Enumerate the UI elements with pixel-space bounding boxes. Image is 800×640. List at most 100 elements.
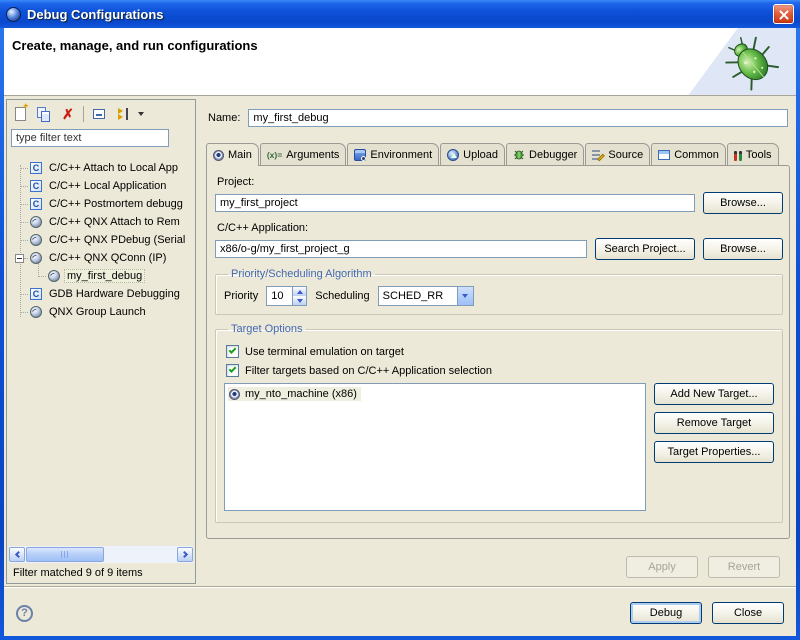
- debug-button[interactable]: Debug: [630, 602, 702, 624]
- dialog-subtitle: Create, manage, and run configurations: [12, 38, 258, 53]
- copy-icon: [37, 107, 51, 122]
- terminal-emulation-label: Use terminal emulation on target: [245, 346, 404, 358]
- configuration-tabs: Main (x)= Arguments Environment Upload: [206, 143, 790, 165]
- tree-item-gdb-hardware-debugging[interactable]: C GDB Hardware Debugging: [7, 285, 195, 303]
- target-group-title: Target Options: [228, 323, 306, 335]
- dropdown-button[interactable]: [457, 286, 474, 306]
- scheduling-value: SCHED_RR: [378, 286, 457, 306]
- target-list-item[interactable]: my_nto_machine (x86): [228, 387, 361, 401]
- project-label: Project:: [217, 176, 783, 188]
- name-label: Name:: [208, 112, 240, 124]
- close-button[interactable]: Close: [712, 602, 784, 624]
- debugger-bug-icon: [513, 149, 525, 161]
- tab-upload[interactable]: Upload: [440, 143, 505, 165]
- filter-targets-label: Filter targets based on C/C++ Applicatio…: [245, 365, 492, 377]
- priority-value[interactable]: 10: [266, 286, 292, 306]
- scroll-right-button[interactable]: [177, 547, 193, 562]
- chevron-right-icon: [180, 551, 187, 558]
- footer-separator: [4, 586, 796, 588]
- browse-project-button[interactable]: Browse...: [703, 192, 783, 214]
- terminal-emulation-row: Use terminal emulation on target: [226, 345, 774, 358]
- c-application-icon: C: [30, 180, 42, 192]
- c-application-icon: C: [30, 288, 42, 300]
- delete-icon: ✗: [62, 107, 74, 121]
- down-arrow-icon: [297, 299, 303, 303]
- help-button[interactable]: ?: [16, 605, 33, 622]
- tree-item-qnx-qconn-ip[interactable]: C/C++ QNX QConn (IP): [7, 249, 195, 267]
- spinner-down-button[interactable]: [293, 296, 306, 305]
- configurations-sidebar: ✦ ✗: [6, 99, 196, 584]
- configurations-tree: C C/C++ Attach to Local App C C/C++ Loca…: [7, 151, 195, 544]
- dialog-body: Create, manage, and run configurations: [4, 28, 796, 636]
- filter-match-status: Filter matched 9 of 9 items: [7, 565, 195, 583]
- tab-environment[interactable]: Environment: [347, 143, 439, 165]
- tree-item-qnx-pdebug-serial[interactable]: C/C++ QNX PDebug (Serial: [7, 231, 195, 249]
- tools-tab-icon: [734, 149, 742, 161]
- browse-application-button[interactable]: Browse...: [703, 238, 783, 260]
- main-tab-content: Project: Browse... C/C++ Application: Se…: [206, 165, 790, 539]
- application-input[interactable]: [215, 240, 587, 258]
- apply-button[interactable]: Apply: [626, 556, 698, 578]
- filter-dropdown-arrow-icon[interactable]: [138, 112, 144, 116]
- collapse-all-icon: [93, 109, 105, 119]
- project-input[interactable]: [215, 194, 695, 212]
- c-application-icon: C: [30, 198, 42, 210]
- collapse-node-icon[interactable]: [15, 254, 24, 263]
- priority-scheduling-group: Priority/Scheduling Algorithm Priority 1…: [215, 268, 783, 315]
- tab-debugger[interactable]: Debugger: [506, 143, 584, 165]
- chevron-left-icon: [14, 551, 21, 558]
- tree-item-qnx-attach-remote[interactable]: C/C++ QNX Attach to Rem: [7, 213, 195, 231]
- search-project-button[interactable]: Search Project...: [595, 238, 695, 260]
- priority-label: Priority: [224, 290, 258, 302]
- tree-item-cpp-postmortem[interactable]: C C/C++ Postmortem debugg: [7, 195, 195, 213]
- tab-common[interactable]: Common: [651, 143, 726, 165]
- revert-button[interactable]: Revert: [708, 556, 780, 578]
- tree-horizontal-scrollbar[interactable]: [9, 546, 193, 563]
- scheduling-dropdown[interactable]: SCHED_RR: [378, 286, 474, 306]
- tree-connector-line: [20, 165, 21, 317]
- checkmark-icon: [229, 346, 237, 354]
- filter-launch-configurations-button[interactable]: [114, 105, 132, 123]
- duplicate-configuration-button[interactable]: [35, 105, 53, 123]
- target-properties-button[interactable]: Target Properties...: [654, 441, 774, 463]
- window-icon: [6, 7, 21, 22]
- tree-item-my-first-debug[interactable]: my_first_debug: [7, 267, 195, 285]
- qnx-launch-icon: [30, 252, 42, 264]
- delete-configuration-button[interactable]: ✗: [59, 105, 77, 123]
- tab-source[interactable]: Source: [585, 143, 650, 165]
- upload-tab-icon: [447, 149, 459, 161]
- question-mark-icon: ?: [21, 607, 28, 619]
- configuration-detail-panel: Name: Main (x)= Arguments Environment: [204, 99, 792, 584]
- add-new-target-button[interactable]: Add New Target...: [654, 383, 774, 405]
- toolbar-separator: [83, 106, 84, 122]
- window-title: Debug Configurations: [27, 7, 773, 22]
- filter-targets-checkbox[interactable]: [226, 364, 239, 377]
- arguments-tab-icon: (x)=: [267, 150, 282, 160]
- collapse-all-button[interactable]: [90, 105, 108, 123]
- name-input[interactable]: [248, 109, 788, 127]
- up-arrow-icon: [297, 290, 303, 294]
- spinner-up-button[interactable]: [293, 287, 306, 296]
- priority-spinner[interactable]: 10: [266, 286, 307, 306]
- remove-target-button[interactable]: Remove Target: [654, 412, 774, 434]
- qnx-launch-icon: [30, 216, 42, 228]
- tab-arguments[interactable]: (x)= Arguments: [260, 143, 347, 165]
- tab-tools[interactable]: Tools: [727, 143, 779, 165]
- environment-tab-icon: [354, 149, 366, 161]
- scrollbar-thumb[interactable]: [26, 547, 104, 562]
- tree-item-qnx-group-launch[interactable]: QNX Group Launch: [7, 303, 195, 321]
- chevron-down-icon: [462, 294, 468, 298]
- tree-item-cpp-attach-local[interactable]: C C/C++ Attach to Local App: [7, 159, 195, 177]
- target-list[interactable]: my_nto_machine (x86): [224, 383, 646, 511]
- close-window-button[interactable]: [773, 4, 794, 24]
- filter-icon: [116, 108, 131, 120]
- title-bar[interactable]: Debug Configurations: [0, 0, 800, 28]
- tree-filter-input[interactable]: [11, 129, 169, 147]
- tab-main[interactable]: Main: [206, 143, 259, 166]
- terminal-emulation-checkbox[interactable]: [226, 345, 239, 358]
- target-options-group: Target Options Use terminal emulation on…: [215, 323, 783, 523]
- tree-item-cpp-local-application[interactable]: C C/C++ Local Application: [7, 177, 195, 195]
- scroll-left-button[interactable]: [9, 547, 25, 562]
- new-configuration-button[interactable]: ✦: [11, 105, 29, 123]
- main-tab-icon: [213, 150, 224, 161]
